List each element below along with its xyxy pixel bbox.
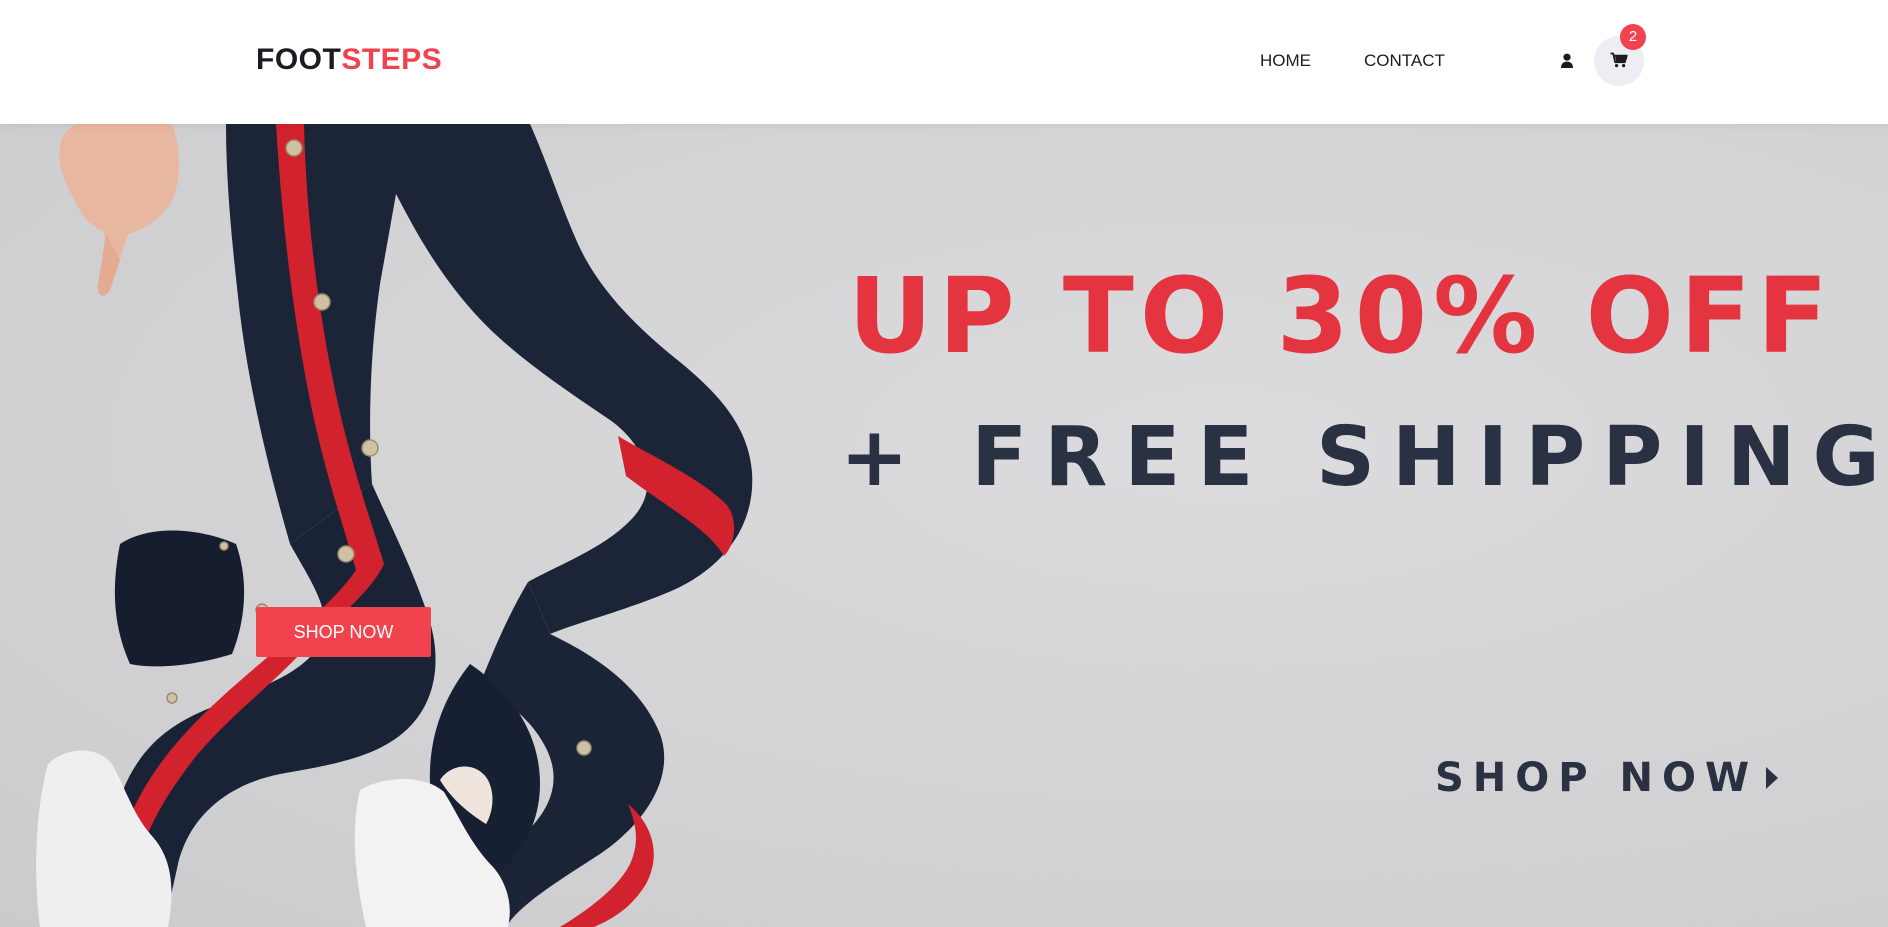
- nav-contact-link[interactable]: CONTACT: [1364, 50, 1445, 72]
- hero-banner: UP TO 30% OFF + FREE SHIPPING SHOP NOW S…: [0, 124, 1888, 927]
- shop-now-button[interactable]: SHOP NOW: [256, 607, 431, 657]
- brand-logo[interactable]: FOOTSTEPS: [256, 42, 442, 78]
- hero-shop-now-link-label: SHOP NOW: [1435, 755, 1759, 801]
- hero-shop-now-link[interactable]: SHOP NOW: [1435, 748, 1795, 808]
- hero-headline-offer: UP TO 30% OFF: [848, 255, 1835, 377]
- hero-model-image: [36, 124, 753, 927]
- brand-logo-part1: FOOT: [256, 43, 342, 76]
- hero-headline-shipping: + FREE SHIPPING: [840, 410, 1888, 505]
- user-icon[interactable]: [1560, 53, 1574, 69]
- nav-home-link[interactable]: HOME: [1260, 50, 1311, 72]
- cart-icon: [1610, 52, 1628, 68]
- site-header: FOOTSTEPS HOME CONTACT 2: [0, 0, 1888, 124]
- cart-count-badge: 2: [1620, 24, 1646, 50]
- page: FOOTSTEPS HOME CONTACT 2 UP TO 30% OFF +…: [0, 0, 1888, 927]
- caret-right-icon: [1766, 767, 1779, 789]
- brand-logo-part2: STEPS: [341, 43, 443, 76]
